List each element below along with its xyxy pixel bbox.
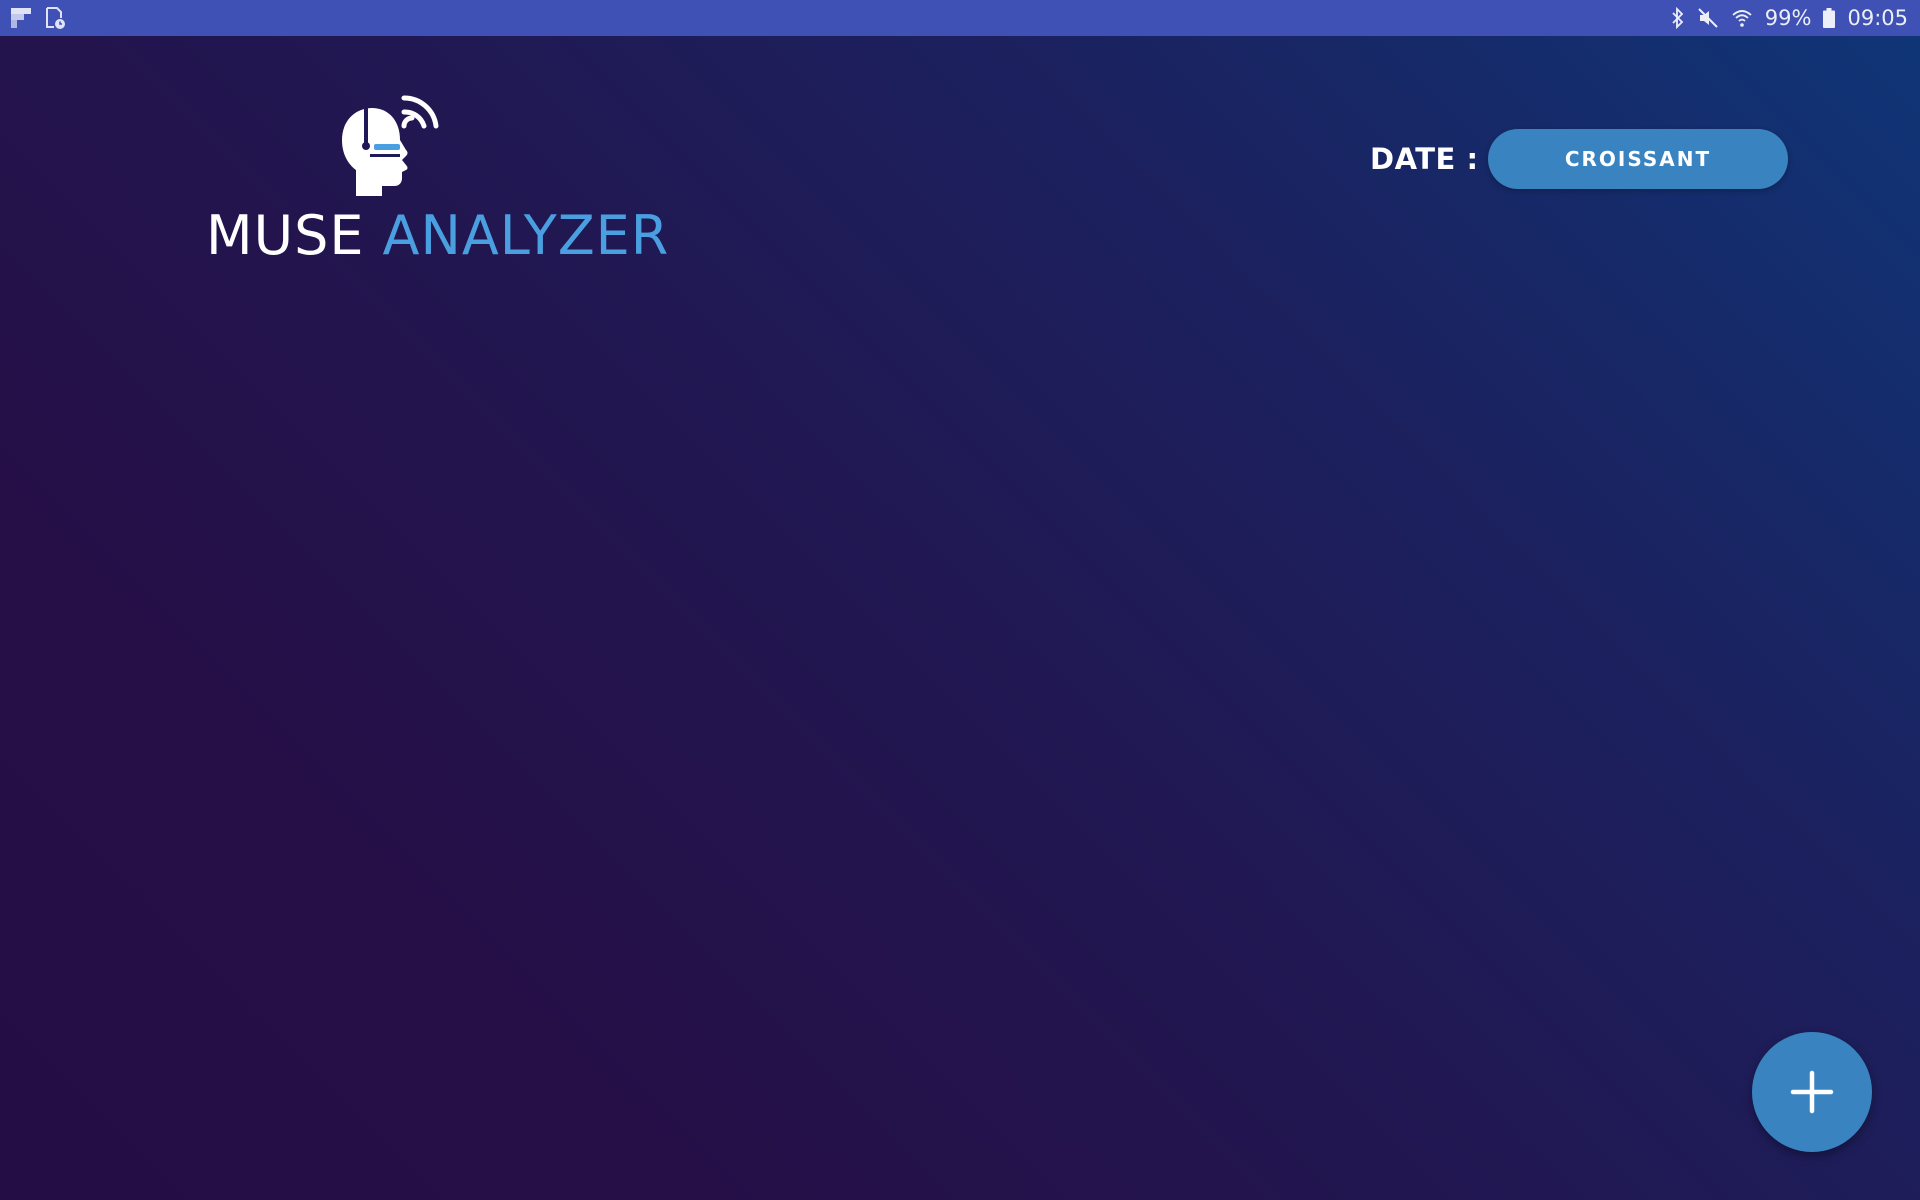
- wifi-icon: [1731, 7, 1753, 29]
- app-title-analyzer: ANALYZER: [382, 204, 670, 267]
- app-title-muse: MUSE: [206, 204, 365, 267]
- status-bar-left: [10, 6, 66, 30]
- status-bar: 99% 09:05: [0, 0, 1920, 36]
- head-headset-signal-icon: [342, 95, 439, 196]
- flipboard-icon: [10, 7, 32, 29]
- status-bar-right: 99% 09:05: [1671, 0, 1908, 36]
- screenshot-icon: [44, 6, 66, 30]
- app-title: MUSE ANALYZER: [206, 204, 669, 267]
- date-sort-button[interactable]: CROISSANT: [1488, 129, 1788, 189]
- plus-icon: [1790, 1070, 1834, 1114]
- battery-icon: [1823, 8, 1836, 28]
- date-label: DATE :: [1370, 142, 1479, 176]
- battery-percent: 99%: [1764, 6, 1812, 30]
- mute-icon: [1697, 7, 1719, 29]
- bluetooth-icon: [1671, 7, 1685, 29]
- app-screen: 99% 09:05 MUSE ANALYZER DATE: CROISSANT: [0, 0, 1920, 1200]
- status-time: 09:05: [1847, 6, 1908, 30]
- add-button[interactable]: [1752, 1032, 1872, 1152]
